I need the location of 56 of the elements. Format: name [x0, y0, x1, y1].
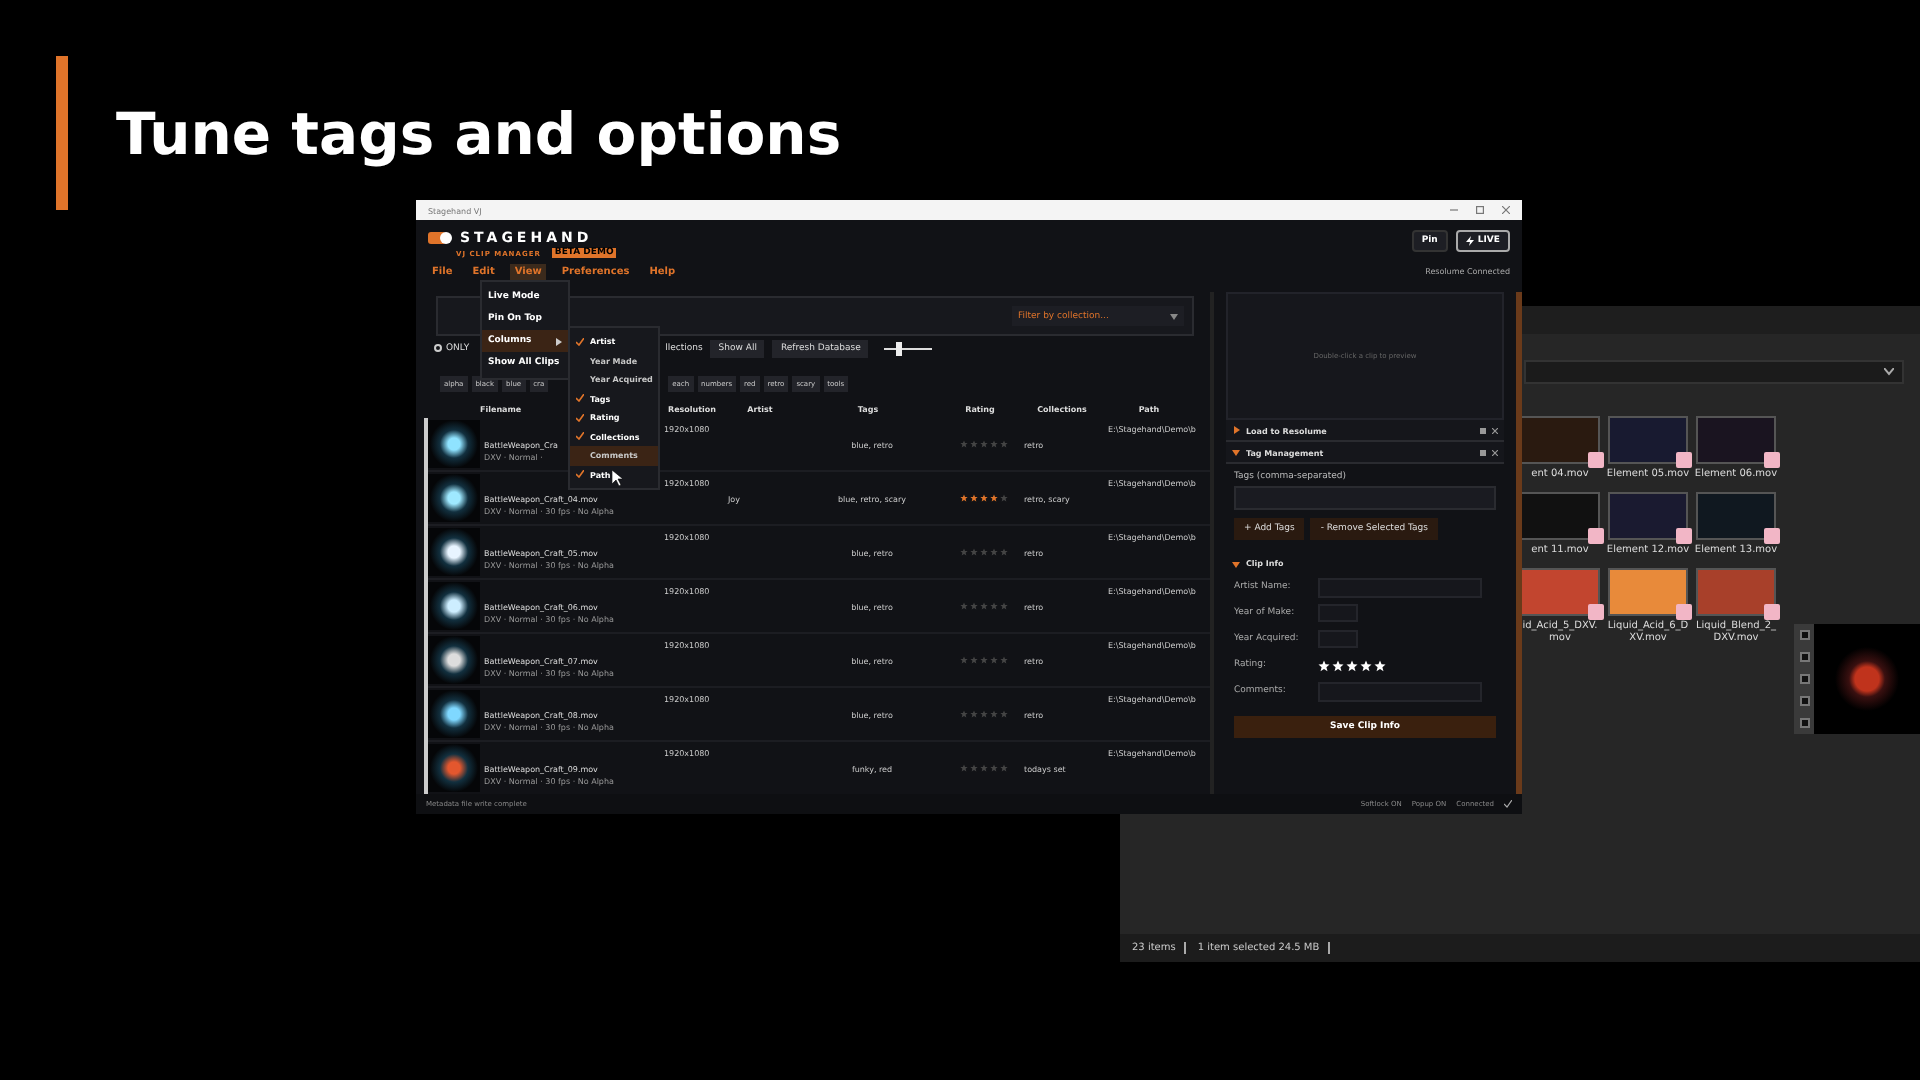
checkbox-icon[interactable] — [1799, 718, 1809, 728]
video-thumbnail[interactable] — [1608, 568, 1688, 616]
caret-right-icon — [1232, 426, 1240, 434]
file-type-icon — [1676, 604, 1692, 620]
video-thumbnail[interactable] — [1520, 416, 1600, 464]
video-thumbnail[interactable] — [1696, 416, 1776, 464]
caret-down-icon — [1232, 448, 1240, 456]
cursor-icon — [612, 470, 622, 486]
bolt-icon — [1465, 236, 1474, 246]
star-rating[interactable] — [1318, 659, 1386, 671]
caret-down-icon — [1170, 312, 1178, 320]
check-icon — [576, 413, 584, 422]
close-icon[interactable] — [1502, 206, 1510, 214]
check-icon — [576, 394, 584, 403]
file-type-icon — [1588, 452, 1604, 468]
submenu-arrow-icon — [556, 337, 562, 345]
check-icon — [1504, 800, 1512, 808]
file-type-icon — [1764, 604, 1780, 620]
maximize-icon[interactable] — [1476, 206, 1484, 214]
check-icon — [576, 432, 584, 441]
check-icon — [576, 337, 584, 346]
checkbox-icon[interactable] — [1799, 696, 1809, 706]
checkbox-icon[interactable] — [1799, 652, 1809, 662]
photo-placeholder — [1814, 624, 1920, 734]
caret-down-icon — [1232, 559, 1240, 567]
pin-icon[interactable] — [1480, 427, 1486, 433]
video-thumbnail — [428, 690, 480, 738]
video-thumbnail — [428, 420, 480, 468]
checkbox-icon[interactable] — [1799, 630, 1809, 640]
video-thumbnail — [428, 582, 480, 630]
check-icon — [576, 470, 584, 479]
video-thumbnail[interactable] — [1608, 416, 1688, 464]
tags-input-field[interactable] — [1234, 486, 1496, 510]
video-thumbnail — [428, 744, 480, 792]
file-type-icon — [1764, 452, 1780, 468]
checkbox-icon[interactable] — [1799, 674, 1809, 684]
file-type-icon — [1764, 528, 1780, 544]
video-thumbnail[interactable] — [1608, 492, 1688, 540]
video-thumbnail[interactable] — [1520, 568, 1600, 616]
video-thumbnail — [428, 474, 480, 522]
slide-title: Tune tags and options — [116, 99, 842, 167]
video-thumbnail[interactable] — [1520, 492, 1600, 540]
file-type-icon — [1676, 528, 1692, 544]
file-type-icon — [1676, 452, 1692, 468]
video-thumbnail[interactable] — [1696, 568, 1776, 616]
close-icon[interactable] — [1492, 449, 1498, 455]
chevron-down-icon — [1884, 368, 1894, 376]
slider-thumb[interactable] — [896, 341, 903, 355]
close-icon[interactable] — [1492, 427, 1498, 433]
logo-icon — [428, 230, 452, 246]
video-thumbnail — [428, 636, 480, 684]
pin-icon[interactable] — [1480, 449, 1486, 455]
file-type-icon — [1588, 528, 1604, 544]
file-type-icon — [1588, 604, 1604, 620]
video-thumbnail[interactable] — [1696, 492, 1776, 540]
video-thumbnail — [428, 528, 480, 576]
